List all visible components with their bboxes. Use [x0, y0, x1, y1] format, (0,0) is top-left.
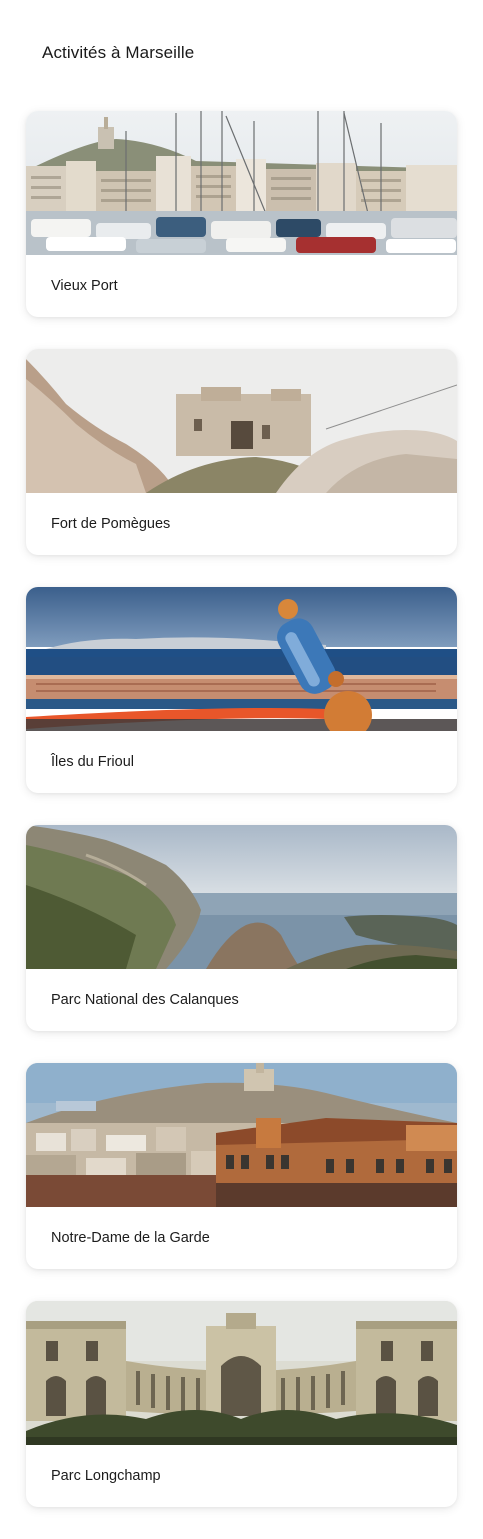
activity-label: Notre-Dame de la Garde: [51, 1230, 210, 1246]
activity-image-parc-national-des-calanques: [26, 825, 457, 969]
activity-label: Parc Longchamp: [51, 1468, 161, 1484]
activity-card-fort-de-pomegues[interactable]: Fort de Pomègues: [26, 349, 457, 555]
activity-card-iles-du-frioul[interactable]: Îles du Frioul: [26, 587, 457, 793]
activity-label: Fort de Pomègues: [51, 516, 171, 532]
activity-image-iles-du-frioul: [26, 587, 457, 731]
activity-label: Parc National des Calanques: [51, 992, 239, 1008]
activity-card-vieux-port[interactable]: Vieux Port: [26, 111, 457, 317]
activity-card-parc-national-des-calanques[interactable]: Parc National des Calanques: [26, 825, 457, 1031]
page-title: Activités à Marseille: [42, 43, 195, 62]
activity-card-notre-dame-de-la-garde[interactable]: Notre-Dame de la Garde: [26, 1063, 457, 1269]
activity-label: Îles du Frioul: [51, 754, 135, 770]
activity-label: Vieux Port: [51, 278, 118, 294]
activity-list: Vieux Port Fort de Pomègues Îles du Frio…: [26, 111, 457, 1539]
activity-image-notre-dame-de-la-garde: [26, 1063, 457, 1207]
activity-image-vieux-port: [26, 111, 457, 255]
activity-image-fort-de-pomegues: [26, 349, 457, 493]
activity-card-parc-longchamp[interactable]: Parc Longchamp: [26, 1301, 457, 1507]
activity-image-parc-longchamp: [26, 1301, 457, 1445]
